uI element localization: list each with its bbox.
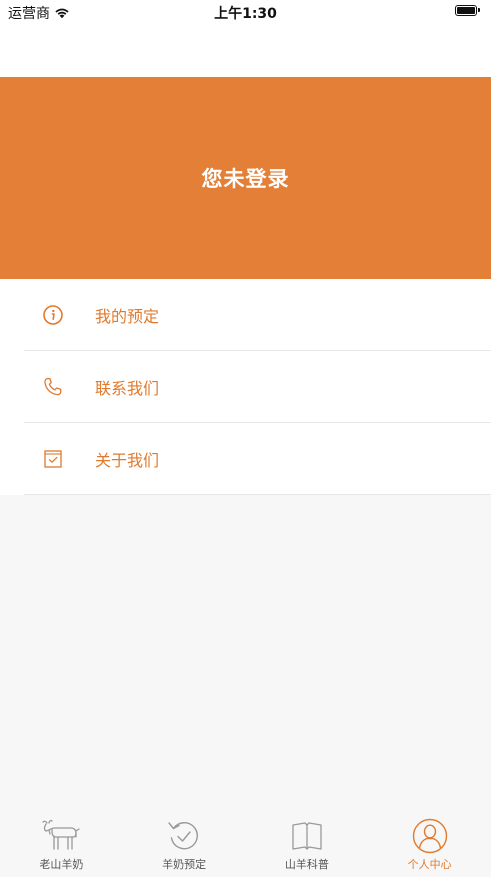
status-bar: 运营商 上午1:30 bbox=[0, 0, 491, 24]
menu-item-contact-us[interactable]: 联系我们 bbox=[24, 351, 491, 423]
tab-label: 老山羊奶 bbox=[39, 858, 84, 871]
menu-item-about-us[interactable]: 关于我们 bbox=[24, 423, 491, 495]
refresh-check-icon bbox=[164, 818, 204, 854]
tab-label: 个人中心 bbox=[407, 858, 452, 871]
tab-milk-reservation[interactable]: 羊奶预定 bbox=[123, 808, 246, 877]
tab-bar: 老山羊奶 羊奶预定 山羊科普 个人中心 bbox=[0, 808, 491, 877]
menu-item-label: 关于我们 bbox=[95, 450, 160, 470]
login-banner[interactable]: 您未登录 bbox=[0, 77, 491, 279]
tab-goat-milk[interactable]: 老山羊奶 bbox=[0, 808, 123, 877]
login-status-text: 您未登录 bbox=[201, 167, 290, 191]
menu-item-label: 我的预定 bbox=[95, 306, 160, 326]
goat-icon bbox=[41, 818, 81, 854]
tab-personal-center[interactable]: 个人中心 bbox=[368, 808, 491, 877]
info-icon bbox=[41, 303, 65, 327]
tab-goat-science[interactable]: 山羊科普 bbox=[246, 808, 369, 877]
checkbox-icon bbox=[41, 447, 65, 471]
tab-label: 羊奶预定 bbox=[162, 858, 207, 871]
phone-icon bbox=[41, 375, 65, 399]
status-time: 上午1:30 bbox=[214, 6, 277, 22]
menu-list: 我的预定 联系我们 关于我们 bbox=[0, 279, 491, 495]
book-icon bbox=[287, 818, 327, 854]
tab-label: 山羊科普 bbox=[284, 858, 329, 871]
navigation-bar bbox=[0, 24, 491, 77]
menu-item-my-reservations[interactable]: 我的预定 bbox=[24, 279, 491, 351]
menu-item-label: 联系我们 bbox=[95, 378, 160, 398]
battery-icon bbox=[455, 5, 480, 16]
user-profile-icon bbox=[410, 818, 450, 854]
